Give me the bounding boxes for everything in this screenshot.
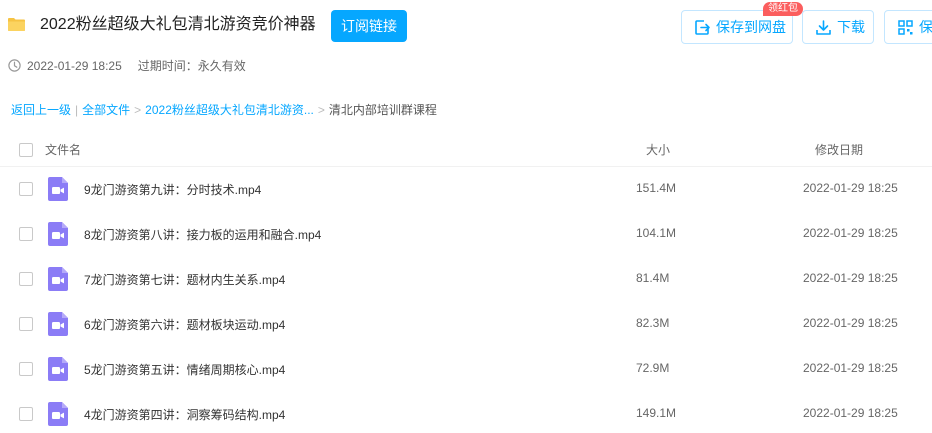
row-checkbox[interactable] <box>19 407 33 421</box>
breadcrumb-all-files[interactable]: 全部文件 <box>82 103 130 117</box>
table-row[interactable]: 5龙门游资第五讲：情绪周期核心.mp4 72.9M 2022-01-29 18:… <box>0 347 932 392</box>
breadcrumb-separator: | <box>75 103 79 117</box>
red-packet-badge: 领红包 <box>763 2 803 16</box>
row-checkbox[interactable] <box>19 227 33 241</box>
file-size: 81.4M <box>636 271 670 285</box>
table-row[interactable]: 4龙门游资第四讲：洞察筹码结构.mp4 149.1M 2022-01-29 18… <box>0 392 932 433</box>
file-date: 2022-01-29 18:25 <box>803 181 898 195</box>
column-header-date[interactable]: 修改日期 <box>815 141 863 158</box>
row-checkbox[interactable] <box>19 317 33 331</box>
select-all-checkbox[interactable] <box>19 143 33 157</box>
video-file-icon <box>48 177 68 201</box>
clock-icon <box>8 59 21 72</box>
qr-save-button[interactable]: 保存 <box>884 10 932 44</box>
row-checkbox[interactable] <box>19 362 33 376</box>
download-icon <box>816 20 831 35</box>
file-date: 2022-01-29 18:25 <box>803 316 898 330</box>
video-file-icon <box>48 267 68 291</box>
file-date: 2022-01-29 18:25 <box>803 226 898 240</box>
file-name[interactable]: 9龙门游资第九讲：分时技术.mp4 <box>84 181 261 198</box>
file-size: 72.9M <box>636 361 670 375</box>
qr-save-label: 保存 <box>919 19 932 35</box>
file-size: 151.4M <box>636 181 677 195</box>
video-file-icon <box>48 222 68 246</box>
file-date: 2022-01-29 18:25 <box>803 361 898 375</box>
share-header: 2022粉丝超级大礼包清北游资竞价神器 订阅链接 保存到网盘 领红包 下载 保存 <box>0 0 932 54</box>
file-name[interactable]: 6龙门游资第六讲：题材板块运动.mp4 <box>84 316 285 333</box>
table-row[interactable]: 6龙门游资第六讲：题材板块运动.mp4 82.3M 2022-01-29 18:… <box>0 302 932 347</box>
subscribe-link-button[interactable]: 订阅链接 <box>331 10 407 42</box>
file-size: 104.1M <box>636 226 677 240</box>
video-file-icon <box>48 402 68 426</box>
file-size: 82.3M <box>636 316 670 330</box>
file-name[interactable]: 8龙门游资第八讲：接力板的运用和融合.mp4 <box>84 226 321 243</box>
video-file-icon <box>48 357 68 381</box>
breadcrumb-back[interactable]: 返回上一级 <box>11 103 71 117</box>
breadcrumb: 返回上一级 | 全部文件 >2022粉丝超级大礼包清北游资... > 清北内部培训群课程 <box>11 101 437 119</box>
video-file-icon <box>48 312 68 336</box>
breadcrumb-current: 清北内部培训群课程 <box>328 103 437 117</box>
table-row[interactable]: 8龙门游资第八讲：接力板的运用和融合.mp4 104.1M 2022-01-29… <box>0 212 932 257</box>
row-checkbox[interactable] <box>19 182 33 196</box>
file-table-header: 文件名 大小 修改日期 <box>0 130 932 167</box>
file-date: 2022-01-29 18:25 <box>803 271 898 285</box>
folder-icon <box>8 18 25 31</box>
file-name[interactable]: 7龙门游资第七讲：题材内生关系.mp4 <box>84 271 285 288</box>
table-row[interactable]: 7龙门游资第七讲：题材内生关系.mp4 81.4M 2022-01-29 18:… <box>0 257 932 302</box>
column-header-size[interactable]: 大小 <box>646 141 670 158</box>
breadcrumb-arrow: > <box>134 103 142 117</box>
file-name[interactable]: 5龙门游资第五讲：情绪周期核心.mp4 <box>84 361 285 378</box>
share-meta: 2022-01-29 18:25 过期时间：永久有效 <box>8 57 246 75</box>
file-name[interactable]: 4龙门游资第四讲：洞察筹码结构.mp4 <box>84 406 285 423</box>
save-to-cloud-icon <box>695 20 710 35</box>
table-row[interactable]: 9龙门游资第九讲：分时技术.mp4 151.4M 2022-01-29 18:2… <box>0 167 932 212</box>
page-title: 2022粉丝超级大礼包清北游资竞价神器 <box>40 16 316 33</box>
download-label: 下载 <box>837 19 865 35</box>
created-time: 2022-01-29 18:25 <box>27 59 122 73</box>
download-button[interactable]: 下载 <box>802 10 874 44</box>
column-header-name[interactable]: 文件名 <box>45 141 81 158</box>
qr-save-icon <box>898 20 913 35</box>
breadcrumb-parent-folder[interactable]: 2022粉丝超级大礼包清北游资... <box>145 103 314 117</box>
file-size: 149.1M <box>636 406 677 420</box>
file-date: 2022-01-29 18:25 <box>803 406 898 420</box>
row-checkbox[interactable] <box>19 272 33 286</box>
breadcrumb-arrow: > <box>317 103 325 117</box>
expire-time: 过期时间：永久有效 <box>137 59 246 73</box>
